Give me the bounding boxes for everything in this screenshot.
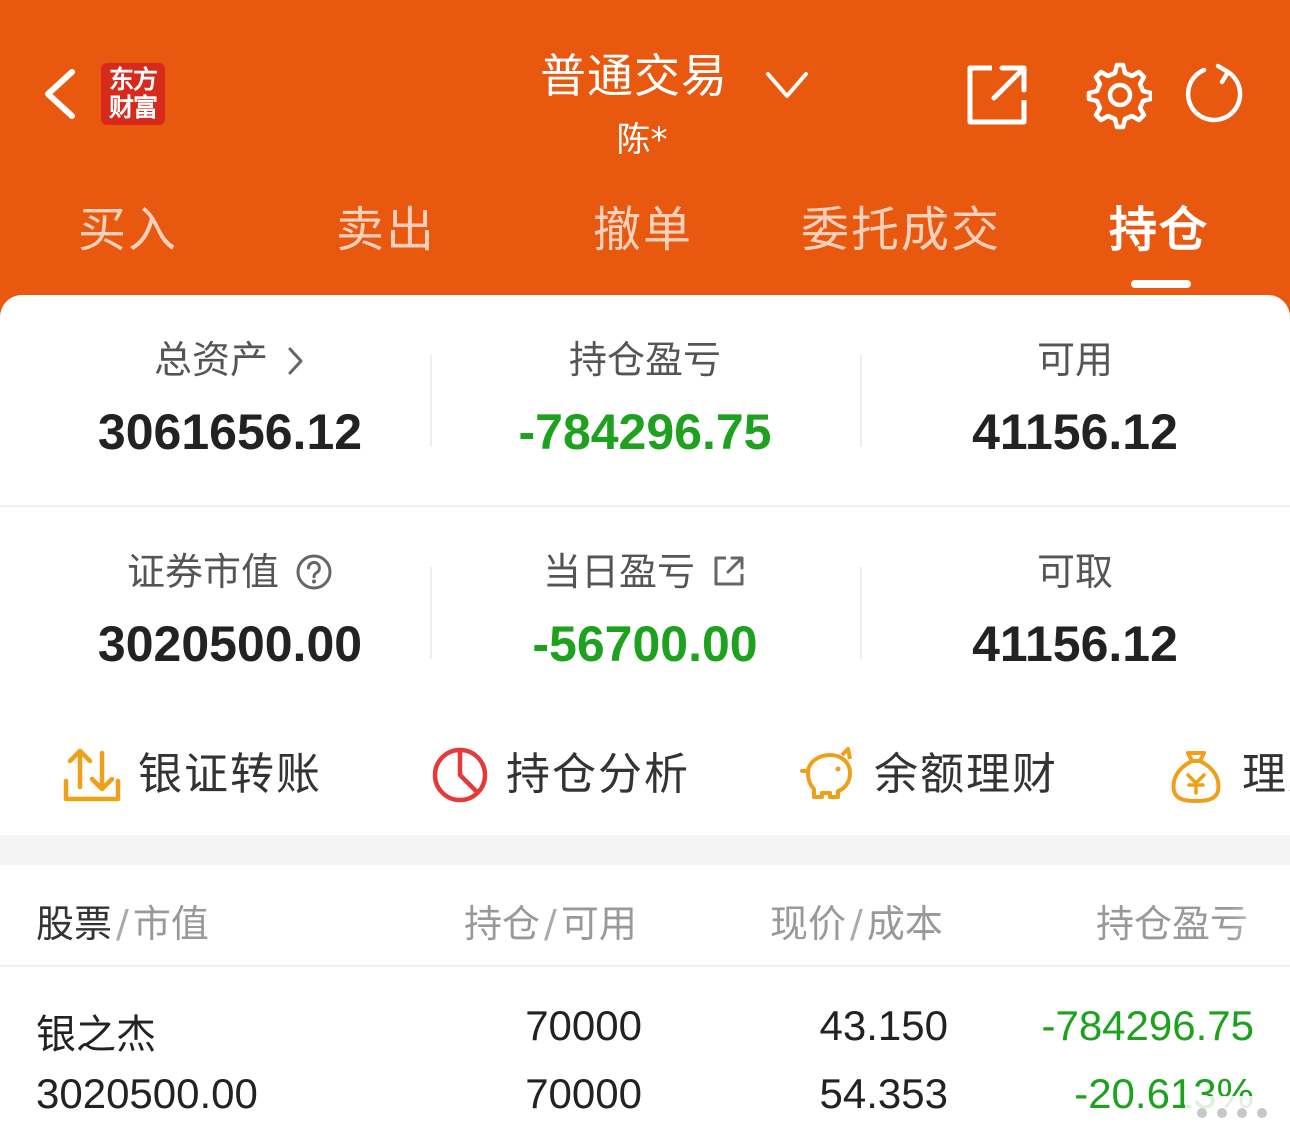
watermark-overlay (1185, 1096, 1290, 1130)
col-header-stock: 股票 / 市值 (36, 902, 209, 946)
account-switcher[interactable]: 普通交易 陈* (500, 36, 840, 166)
withdrawable-label: 可取 (1036, 550, 1113, 594)
divider (0, 505, 1290, 507)
available-value: 41156.12 (972, 404, 1178, 460)
positions-table-header: 股票 / 市值 持仓 / 可用 现价 / 成本 持仓盈亏 (0, 865, 1290, 965)
shortcut-label: 持仓分析 (506, 749, 690, 800)
col-header-price: 现价 / 成本 (770, 902, 943, 946)
eastmoney-logo: 东方 财富 (101, 63, 165, 125)
pie-chart-icon (432, 747, 488, 803)
shortcut-label: 余额理财 (874, 749, 1058, 800)
tab-cancel-order[interactable]: 撤单 (518, 190, 768, 260)
tab-sell[interactable]: 卖出 (261, 190, 511, 260)
logo-line-1: 东方 (108, 65, 158, 94)
account-name: 陈* (616, 120, 668, 160)
logo-line-2: 财富 (108, 93, 158, 122)
back-arrow-icon[interactable] (38, 64, 86, 124)
withdrawable-stat: 可取 41156.12 (860, 547, 1290, 673)
stock-market-value: 3020500.00 (36, 1070, 258, 1117)
dot (1217, 1108, 1227, 1118)
refresh-icon[interactable] (1178, 60, 1246, 128)
available-qty: 70000 (525, 1070, 642, 1117)
available-label: 可用 (1036, 338, 1113, 382)
daily-pnl-value: -56700.00 (532, 616, 758, 672)
holding-pnl-stat: 持仓盈亏 -784296.75 (430, 335, 860, 461)
available-stat: 可用 41156.12 (860, 335, 1290, 461)
chevron-right-icon (288, 347, 303, 375)
total-assets-value: 3061656.12 (97, 404, 363, 460)
chevron-down-icon (766, 72, 808, 98)
dot (1257, 1108, 1267, 1118)
divider (0, 965, 1290, 967)
position-qty: 70000 (525, 1002, 642, 1049)
col-header-pnl: 持仓盈亏 (1096, 902, 1249, 946)
total-assets-stat[interactable]: 总资产 3061656.12 (15, 335, 445, 461)
cost-price: 54.353 (819, 1070, 948, 1117)
holding-pnl-label: 持仓盈亏 (568, 338, 721, 382)
withdrawable-value: 41156.12 (972, 616, 1178, 672)
section-gap (0, 835, 1290, 865)
shortcut-label: 银证转账 (138, 749, 322, 800)
dot (1197, 1108, 1207, 1118)
active-tab-indicator (1131, 280, 1191, 288)
market-value-value: 3020500.00 (97, 616, 363, 672)
page-title: 普通交易 (540, 49, 728, 103)
app-header: 东方 财富 普通交易 陈* 买入 卖出 撤单 委托成交 持仓 (0, 0, 1290, 330)
share-icon[interactable] (962, 60, 1032, 130)
tab-positions[interactable]: 持仓 (1034, 190, 1284, 260)
current-price: 43.150 (819, 1002, 948, 1049)
daily-pnl-stat[interactable]: 当日盈亏 -56700.00 (430, 547, 860, 673)
piggy-bank-icon (800, 747, 852, 799)
tab-orders-trades[interactable]: 委托成交 (776, 190, 1026, 260)
daily-pnl-label: 当日盈亏 (430, 547, 860, 597)
total-assets-label: 总资产 (15, 335, 445, 385)
market-value-label: 证券市值 (15, 547, 445, 597)
share-icon[interactable] (711, 553, 747, 589)
shortcut-label: 理财 (1242, 749, 1290, 800)
dot (1237, 1108, 1247, 1118)
col-header-position: 持仓 / 可用 (464, 902, 637, 946)
tab-buy[interactable]: 买入 (3, 190, 253, 260)
position-pnl: -784296.75 (1041, 1002, 1254, 1049)
market-value-stat: 证券市值 3020500.00 (15, 547, 445, 673)
help-circle-icon[interactable] (295, 553, 333, 591)
table-row[interactable]: 银之杰 3020500.00 70000 70000 43.150 54.353… (0, 990, 1290, 1144)
trade-tabs: 买入 卖出 撤单 委托成交 持仓 (0, 190, 1290, 270)
money-bag-icon (1171, 751, 1221, 803)
header-fade (1230, 870, 1290, 960)
transfer-icon (63, 748, 121, 802)
holding-pnl-value: -784296.75 (518, 404, 772, 460)
stock-name: 银之杰 (36, 1012, 156, 1058)
gear-icon[interactable] (1082, 60, 1152, 130)
